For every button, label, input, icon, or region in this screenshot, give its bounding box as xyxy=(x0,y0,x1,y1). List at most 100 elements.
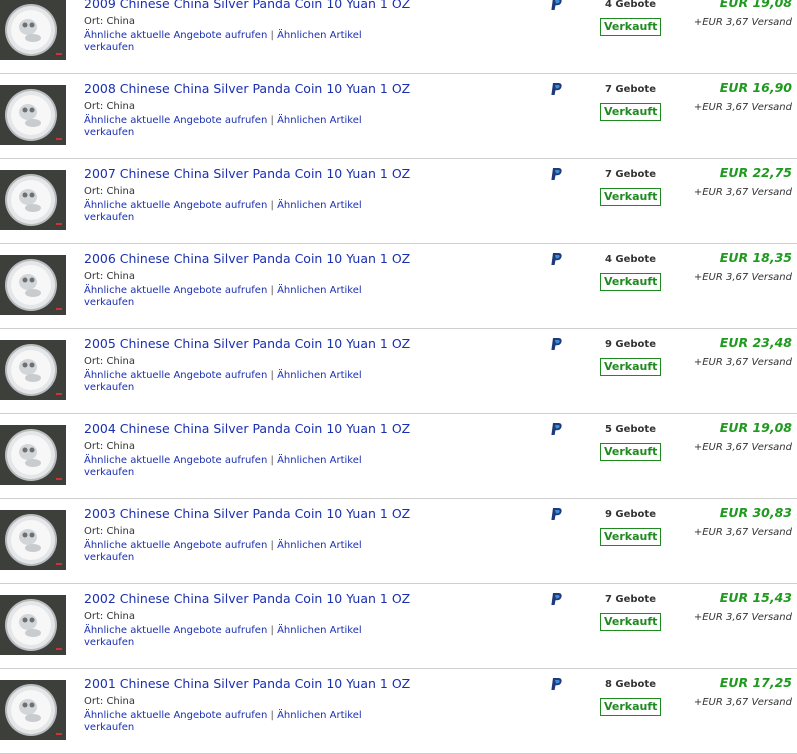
listing-row: 2009 Chinese China Silver Panda Coin 10 … xyxy=(0,0,797,74)
listing-row: 2007 Chinese China Silver Panda Coin 10 … xyxy=(0,159,797,244)
listing-row: 2004 Chinese China Silver Panda Coin 10 … xyxy=(0,414,797,499)
sold-badge: Verkauft xyxy=(600,698,662,716)
paypal-icon xyxy=(548,336,564,350)
listing-title[interactable]: 2001 Chinese China Silver Panda Coin 10 … xyxy=(84,676,410,691)
sold-badge: Verkauft xyxy=(600,443,662,461)
bid-count: 4 Gebote xyxy=(604,0,656,10)
sold-badge: Verkauft xyxy=(600,528,662,546)
price: EUR 18,35 xyxy=(719,250,792,265)
listing-title[interactable]: 2003 Chinese China Silver Panda Coin 10 … xyxy=(84,506,410,521)
listing-title[interactable]: 2006 Chinese China Silver Panda Coin 10 … xyxy=(84,251,410,266)
link-separator: | xyxy=(270,370,274,381)
listing-links: Ähnliche aktuelle Angebote aufrufen | Äh… xyxy=(84,625,414,649)
listing-links: Ähnliche aktuelle Angebote aufrufen | Äh… xyxy=(84,115,414,139)
listing-row: 2002 Chinese China Silver Panda Coin 10 … xyxy=(0,584,797,669)
coin-thumbnail[interactable] xyxy=(0,595,66,655)
paypal-icon xyxy=(548,251,564,265)
bid-count: 9 Gebote xyxy=(604,339,656,350)
shipping-cost: +EUR 3,67 Versand xyxy=(693,187,792,198)
bid-count: 8 Gebote xyxy=(604,679,656,690)
location-text: Ort: China xyxy=(84,186,136,197)
coin-thumbnail[interactable] xyxy=(0,255,66,315)
listing-row: 2003 Chinese China Silver Panda Coin 10 … xyxy=(0,499,797,584)
similar-offers-link[interactable]: Ähnliche aktuelle Angebote aufrufen xyxy=(84,285,267,296)
coin-thumbnail[interactable] xyxy=(0,680,66,740)
similar-offers-link[interactable]: Ähnliche aktuelle Angebote aufrufen xyxy=(84,625,267,636)
shipping-cost: +EUR 3,67 Versand xyxy=(693,442,792,453)
listing-links: Ähnliche aktuelle Angebote aufrufen | Äh… xyxy=(84,200,414,224)
listing-title[interactable]: 2005 Chinese China Silver Panda Coin 10 … xyxy=(84,336,410,351)
price: EUR 16,90 xyxy=(719,80,792,95)
coin-thumbnail[interactable] xyxy=(0,0,66,60)
paypal-icon xyxy=(548,421,564,435)
price: EUR 17,25 xyxy=(719,675,792,690)
listing-row: 2001 Chinese China Silver Panda Coin 10 … xyxy=(0,669,797,754)
listing-title[interactable]: 2008 Chinese China Silver Panda Coin 10 … xyxy=(84,81,410,96)
similar-offers-link[interactable]: Ähnliche aktuelle Angebote aufrufen xyxy=(84,370,267,381)
shipping-cost: +EUR 3,67 Versand xyxy=(693,102,792,113)
location-text: Ort: China xyxy=(84,356,136,367)
similar-offers-link[interactable]: Ähnliche aktuelle Angebote aufrufen xyxy=(84,455,267,466)
paypal-icon xyxy=(548,676,564,690)
listing-title[interactable]: 2007 Chinese China Silver Panda Coin 10 … xyxy=(84,166,410,181)
price: EUR 23,48 xyxy=(719,335,792,350)
sold-badge: Verkauft xyxy=(600,188,662,206)
coin-thumbnail[interactable] xyxy=(0,85,66,145)
link-separator: | xyxy=(270,285,274,296)
location-text: Ort: China xyxy=(84,441,136,452)
shipping-cost: +EUR 3,67 Versand xyxy=(693,272,792,283)
coin-thumbnail[interactable] xyxy=(0,425,66,485)
bid-count: 7 Gebote xyxy=(604,594,656,605)
paypal-icon xyxy=(548,166,564,180)
location-text: Ort: China xyxy=(84,696,136,707)
shipping-cost: +EUR 3,67 Versand xyxy=(693,17,792,28)
sold-badge: Verkauft xyxy=(600,103,662,121)
sold-badge: Verkauft xyxy=(600,613,662,631)
link-separator: | xyxy=(270,710,274,721)
listing-row: 2006 Chinese China Silver Panda Coin 10 … xyxy=(0,244,797,329)
coin-thumbnail[interactable] xyxy=(0,340,66,400)
bid-count: 7 Gebote xyxy=(604,169,656,180)
shipping-cost: +EUR 3,67 Versand xyxy=(693,527,792,538)
link-separator: | xyxy=(270,200,274,211)
similar-offers-link[interactable]: Ähnliche aktuelle Angebote aufrufen xyxy=(84,540,267,551)
paypal-icon xyxy=(548,0,564,10)
sold-badge: Verkauft xyxy=(600,18,662,36)
similar-offers-link[interactable]: Ähnliche aktuelle Angebote aufrufen xyxy=(84,30,267,41)
bid-count: 9 Gebote xyxy=(604,509,656,520)
listing-links: Ähnliche aktuelle Angebote aufrufen | Äh… xyxy=(84,455,414,479)
listing-links: Ähnliche aktuelle Angebote aufrufen | Äh… xyxy=(84,710,414,734)
listing-links: Ähnliche aktuelle Angebote aufrufen | Äh… xyxy=(84,285,414,309)
coin-thumbnail[interactable] xyxy=(0,170,66,230)
bid-count: 4 Gebote xyxy=(604,254,656,265)
paypal-icon xyxy=(548,81,564,95)
shipping-cost: +EUR 3,67 Versand xyxy=(693,697,792,708)
similar-offers-link[interactable]: Ähnliche aktuelle Angebote aufrufen xyxy=(84,200,267,211)
coin-thumbnail[interactable] xyxy=(0,510,66,570)
price: EUR 30,83 xyxy=(719,505,792,520)
listing-links: Ähnliche aktuelle Angebote aufrufen | Äh… xyxy=(84,540,414,564)
paypal-icon xyxy=(548,591,564,605)
bid-count: 7 Gebote xyxy=(604,84,656,95)
link-separator: | xyxy=(270,115,274,126)
link-separator: | xyxy=(270,30,274,41)
similar-offers-link[interactable]: Ähnliche aktuelle Angebote aufrufen xyxy=(84,710,267,721)
shipping-cost: +EUR 3,67 Versand xyxy=(693,612,792,623)
listing-list: 2009 Chinese China Silver Panda Coin 10 … xyxy=(0,0,797,754)
listing-row: 2008 Chinese China Silver Panda Coin 10 … xyxy=(0,74,797,159)
listing-title[interactable]: 2002 Chinese China Silver Panda Coin 10 … xyxy=(84,591,410,606)
listing-title[interactable]: 2004 Chinese China Silver Panda Coin 10 … xyxy=(84,421,410,436)
location-text: Ort: China xyxy=(84,101,136,112)
price: EUR 19,08 xyxy=(719,420,792,435)
sold-badge: Verkauft xyxy=(600,358,662,376)
link-separator: | xyxy=(270,455,274,466)
price: EUR 22,75 xyxy=(719,165,792,180)
location-text: Ort: China xyxy=(84,16,136,27)
location-text: Ort: China xyxy=(84,526,136,537)
link-separator: | xyxy=(270,625,274,636)
price: EUR 15,43 xyxy=(719,590,792,605)
price: EUR 19,08 xyxy=(719,0,792,10)
listing-title[interactable]: 2009 Chinese China Silver Panda Coin 10 … xyxy=(84,0,410,11)
location-text: Ort: China xyxy=(84,611,136,622)
similar-offers-link[interactable]: Ähnliche aktuelle Angebote aufrufen xyxy=(84,115,267,126)
